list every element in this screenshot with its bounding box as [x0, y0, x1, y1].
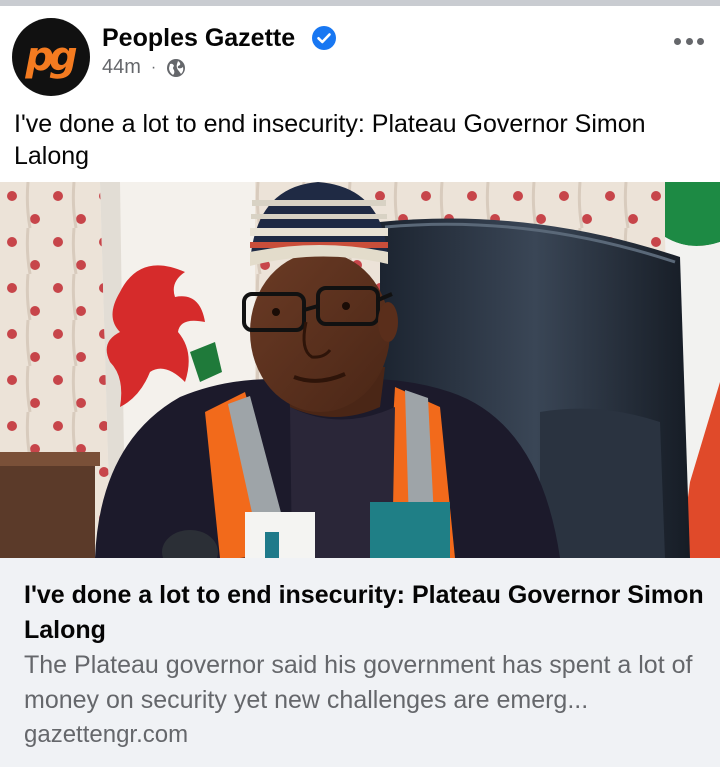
globe-icon	[167, 58, 186, 77]
post-text: I've done a lot to end insecurity: Plate…	[14, 110, 646, 170]
post-timestamp[interactable]: 44m	[102, 56, 141, 79]
governor-photo-illustration	[0, 182, 720, 558]
link-preview-description: The Plateau governor said his government…	[24, 651, 693, 714]
link-preview-card[interactable]: I've done a lot to end insecurity: Plate…	[0, 558, 720, 767]
more-options-icon[interactable]	[674, 36, 704, 46]
post-header: pg Peoples Gazette 44m ·	[0, 6, 720, 102]
post-meta: 44m ·	[102, 56, 186, 79]
more-dot	[674, 37, 681, 45]
page-avatar[interactable]: pg	[12, 18, 90, 96]
more-dot	[685, 37, 693, 45]
more-dot	[697, 37, 704, 45]
page-name[interactable]: Peoples Gazette	[102, 24, 295, 53]
link-preview-title[interactable]: I've done a lot to end insecurity: Plate…	[24, 578, 704, 648]
verified-badge-icon	[312, 26, 336, 50]
avatar-logo-text: pg	[25, 34, 77, 80]
link-preview-domain: gazettengr.com	[24, 721, 189, 748]
meta-separator: ·	[150, 58, 157, 76]
post-photo[interactable]	[0, 182, 720, 558]
